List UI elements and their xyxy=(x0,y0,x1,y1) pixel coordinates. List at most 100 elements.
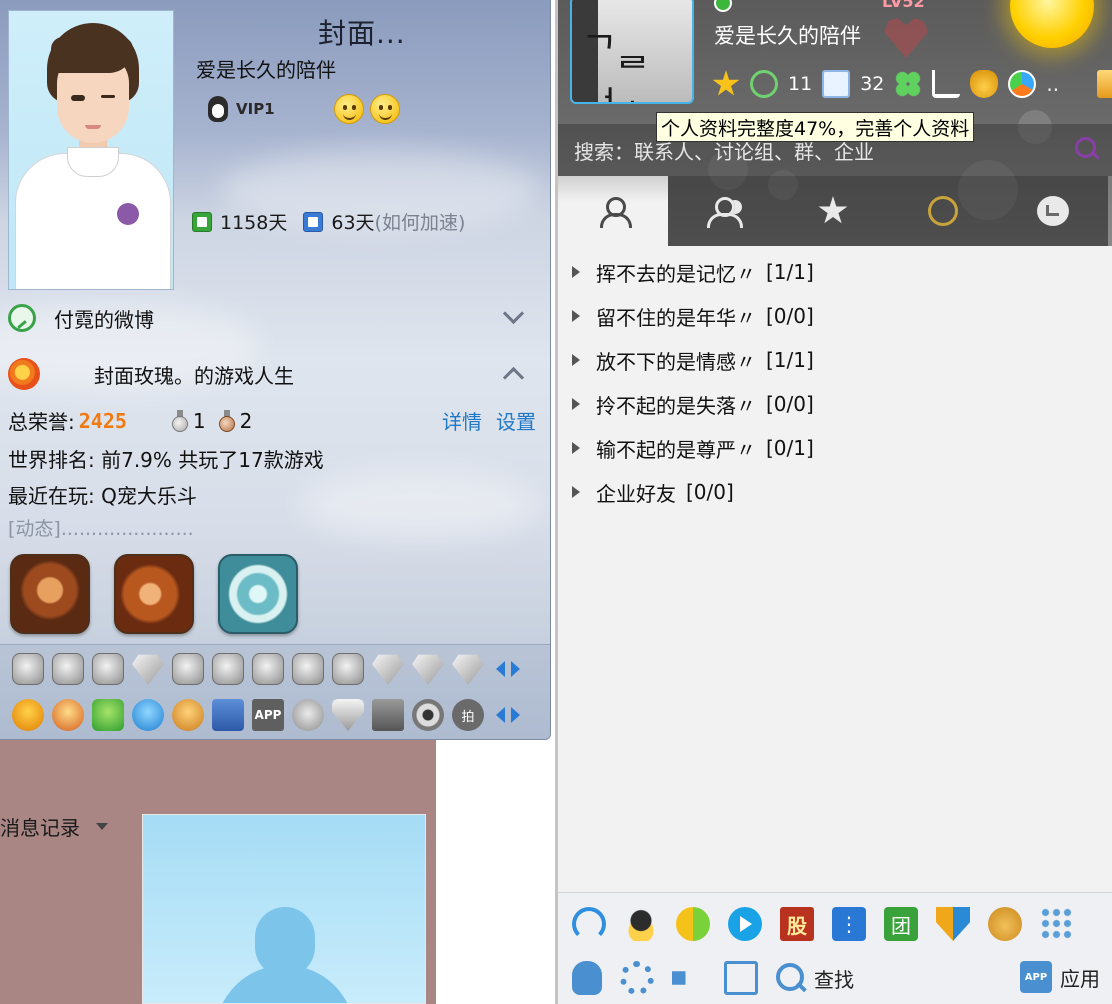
diamond-badge-icon[interactable] xyxy=(372,654,404,685)
qq-signature[interactable]: 爱是长久的陪伴 xyxy=(714,20,861,50)
stock-icon[interactable]: 股 xyxy=(780,907,814,941)
message-manager-icon[interactable] xyxy=(724,961,758,995)
contact-group[interactable]: 输不起的是尊严〃 [0/1] xyxy=(558,426,1112,470)
smiley-icon[interactable] xyxy=(370,94,400,124)
music-icon[interactable] xyxy=(132,699,164,731)
penguin-badge-icon[interactable] xyxy=(172,653,204,685)
chevron-down-icon[interactable] xyxy=(502,306,524,328)
sun-decoration xyxy=(1010,0,1094,48)
grid-menu-icon[interactable] xyxy=(1040,907,1074,941)
pet-icon[interactable] xyxy=(172,699,204,731)
tab-groups[interactable] xyxy=(668,176,778,246)
star-icon[interactable] xyxy=(712,70,740,96)
level-badge[interactable]: LV52 xyxy=(882,0,925,11)
contact-group[interactable]: 放不下的是情感〃 [1/1] xyxy=(558,338,1112,382)
qq-show-icon[interactable] xyxy=(12,699,44,731)
qq-pet-icon[interactable] xyxy=(988,907,1022,941)
game-section-header[interactable]: 封面玫瑰。的游戏人生 xyxy=(8,354,538,394)
search-icon[interactable] xyxy=(1074,136,1100,162)
lightning-badge-icon[interactable] xyxy=(212,653,244,685)
group-buy-icon[interactable]: 团 xyxy=(884,907,918,941)
arrow-left-icon[interactable] xyxy=(496,661,505,677)
app-icon[interactable]: APP xyxy=(252,699,284,731)
camera-icon[interactable]: 拍 xyxy=(452,699,484,731)
cart-icon[interactable] xyxy=(932,70,961,98)
mail-icon[interactable] xyxy=(822,70,851,98)
tab-contacts[interactable] xyxy=(558,176,668,246)
browser-icon[interactable] xyxy=(1008,70,1037,98)
smiley-icon[interactable] xyxy=(334,94,364,124)
heart-decoration xyxy=(884,18,928,58)
lightning-badge-icon[interactable] xyxy=(332,653,364,685)
online-days: 1158天 xyxy=(220,212,288,234)
world-rank: 世界排名: 前7.9% 共玩了17款游戏 xyxy=(8,448,324,472)
main-menu-penguin-icon[interactable] xyxy=(572,961,602,995)
profile-avatar[interactable] xyxy=(8,10,174,290)
weibo-section-header[interactable]: 付霓的微博 xyxy=(8,298,538,338)
speaker-icon[interactable] xyxy=(672,961,700,995)
diamond-badge-icon[interactable] xyxy=(412,654,444,685)
security-shield-icon[interactable] xyxy=(936,907,970,941)
qq-pet-icon[interactable] xyxy=(52,699,84,731)
home-icon[interactable] xyxy=(92,699,124,731)
clover-icon[interactable] xyxy=(894,70,923,98)
settings-link[interactable]: 设置 xyxy=(496,406,536,435)
game-tile-icon[interactable] xyxy=(114,554,194,634)
heart-badge-icon[interactable] xyxy=(12,653,44,685)
diamond-badge-icon[interactable] xyxy=(452,654,484,685)
group-name: 拎不起的是失落〃 xyxy=(596,393,756,418)
silver-medal-icon xyxy=(171,409,189,432)
lock-badge-icon[interactable] xyxy=(252,653,284,685)
qq-avatar[interactable]: ᄀᆯᅥᅩ xyxy=(570,0,694,104)
contact-group[interactable]: 挥不去的是记忆〃 [1/1] xyxy=(558,250,1112,294)
profile-completion-tooltip[interactable]: 个人资料完整度47%，完善个人资料 xyxy=(656,112,975,142)
contact-group[interactable]: 企业好友 [0/0] xyxy=(558,470,1112,514)
contact-group[interactable]: 拎不起的是失落〃 [0/0] xyxy=(558,382,1112,426)
app-box-icon[interactable] xyxy=(1097,70,1112,98)
vip-badge[interactable]: VIP1 xyxy=(204,94,275,124)
weibo-icon[interactable] xyxy=(750,70,778,98)
apps-button[interactable]: APP 应用 xyxy=(1020,961,1100,993)
qq-game-icon[interactable] xyxy=(624,907,658,941)
arrow-left-icon[interactable] xyxy=(496,707,505,723)
tab-favorites[interactable] xyxy=(778,176,888,246)
dynamics-link[interactable]: [动态]...................... xyxy=(8,514,194,541)
message-record-button[interactable]: 消息记录 xyxy=(0,812,108,841)
qq-browser-icon[interactable] xyxy=(572,907,606,941)
online-status-icon[interactable] xyxy=(714,0,732,12)
details-link[interactable]: 详情 xyxy=(442,406,482,435)
calendar-icon[interactable]: ⋮ xyxy=(832,907,866,941)
chevron-up-icon[interactable] xyxy=(502,362,524,384)
heart-badge-icon[interactable] xyxy=(52,653,84,685)
video-play-icon[interactable] xyxy=(728,907,762,941)
group-count: [0/0] xyxy=(686,480,734,504)
qq-status-icons: 11 32 .. xyxy=(712,70,1112,98)
phone-icon[interactable] xyxy=(212,699,244,731)
money-bag-icon[interactable] xyxy=(970,70,999,98)
tab-weibo[interactable] xyxy=(888,176,998,246)
contact-groups: 挥不去的是记忆〃 [1/1] 留不住的是年华〃 [0/0] 放不下的是情感〃 [… xyxy=(558,250,1112,514)
qq-music-icon[interactable] xyxy=(676,907,710,941)
arrow-right-icon[interactable] xyxy=(511,661,520,677)
search-icon[interactable] xyxy=(776,963,806,993)
game-tile-icon[interactable] xyxy=(218,554,298,634)
find-button[interactable]: 查找 xyxy=(814,964,854,993)
expand-arrow-icon xyxy=(572,266,580,278)
gear-badge-icon[interactable] xyxy=(292,653,324,685)
arrow-right-icon[interactable] xyxy=(511,707,520,723)
shield-icon[interactable] xyxy=(332,699,364,731)
gift-box-icon[interactable] xyxy=(372,699,404,731)
webcam-icon[interactable] xyxy=(412,699,444,731)
contact-group[interactable]: 留不住的是年华〃 [0/0] xyxy=(558,294,1112,338)
diamond-badge-icon[interactable] xyxy=(132,654,164,685)
gear-icon[interactable] xyxy=(620,961,654,995)
speedup-hint-link[interactable]: (如何加速) xyxy=(375,208,466,235)
chat-bubble-icon[interactable] xyxy=(292,699,324,731)
silver-medal-count: 1 xyxy=(192,408,206,433)
more-dots-icon[interactable]: .. xyxy=(1046,72,1059,96)
cloud-decoration xyxy=(300,470,540,540)
tab-recent[interactable] xyxy=(998,176,1108,246)
game-tile-icon[interactable] xyxy=(10,554,90,634)
penguin-badge-icon[interactable] xyxy=(92,653,124,685)
expand-arrow-icon xyxy=(572,310,580,322)
